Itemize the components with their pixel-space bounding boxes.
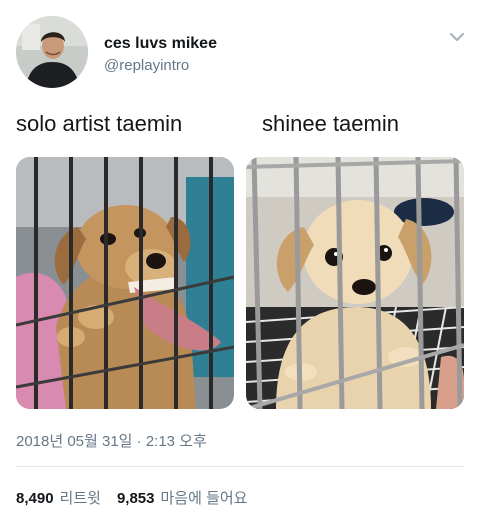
- tweet-stats: 8,490 리트윗 9,853 마음에 들어요: [16, 487, 263, 508]
- likes-count[interactable]: 9,853: [117, 490, 155, 507]
- photo-left[interactable]: [16, 157, 234, 409]
- retweets-label[interactable]: 리트윗: [60, 487, 101, 508]
- photo-right[interactable]: [246, 157, 464, 409]
- tweet-card: ces luvs mikee @replayintro solo artist …: [0, 0, 480, 521]
- tweet-timestamp[interactable]: 2018년 05월 31일 · 2:13 오후: [16, 430, 207, 451]
- user-avatar[interactable]: [16, 16, 88, 88]
- caption-left: solo artist taemin: [16, 111, 183, 136]
- avatar-photo: [16, 16, 88, 88]
- display-name[interactable]: ces luvs mikee: [104, 35, 217, 53]
- likes-label[interactable]: 마음에 들어요: [161, 487, 248, 508]
- divider: [16, 466, 464, 467]
- caption-right: shinee taemin: [262, 111, 399, 136]
- user-handle[interactable]: @replayintro: [104, 57, 189, 74]
- chevron-down-icon[interactable]: [446, 26, 468, 48]
- retweets-count[interactable]: 8,490: [16, 490, 54, 507]
